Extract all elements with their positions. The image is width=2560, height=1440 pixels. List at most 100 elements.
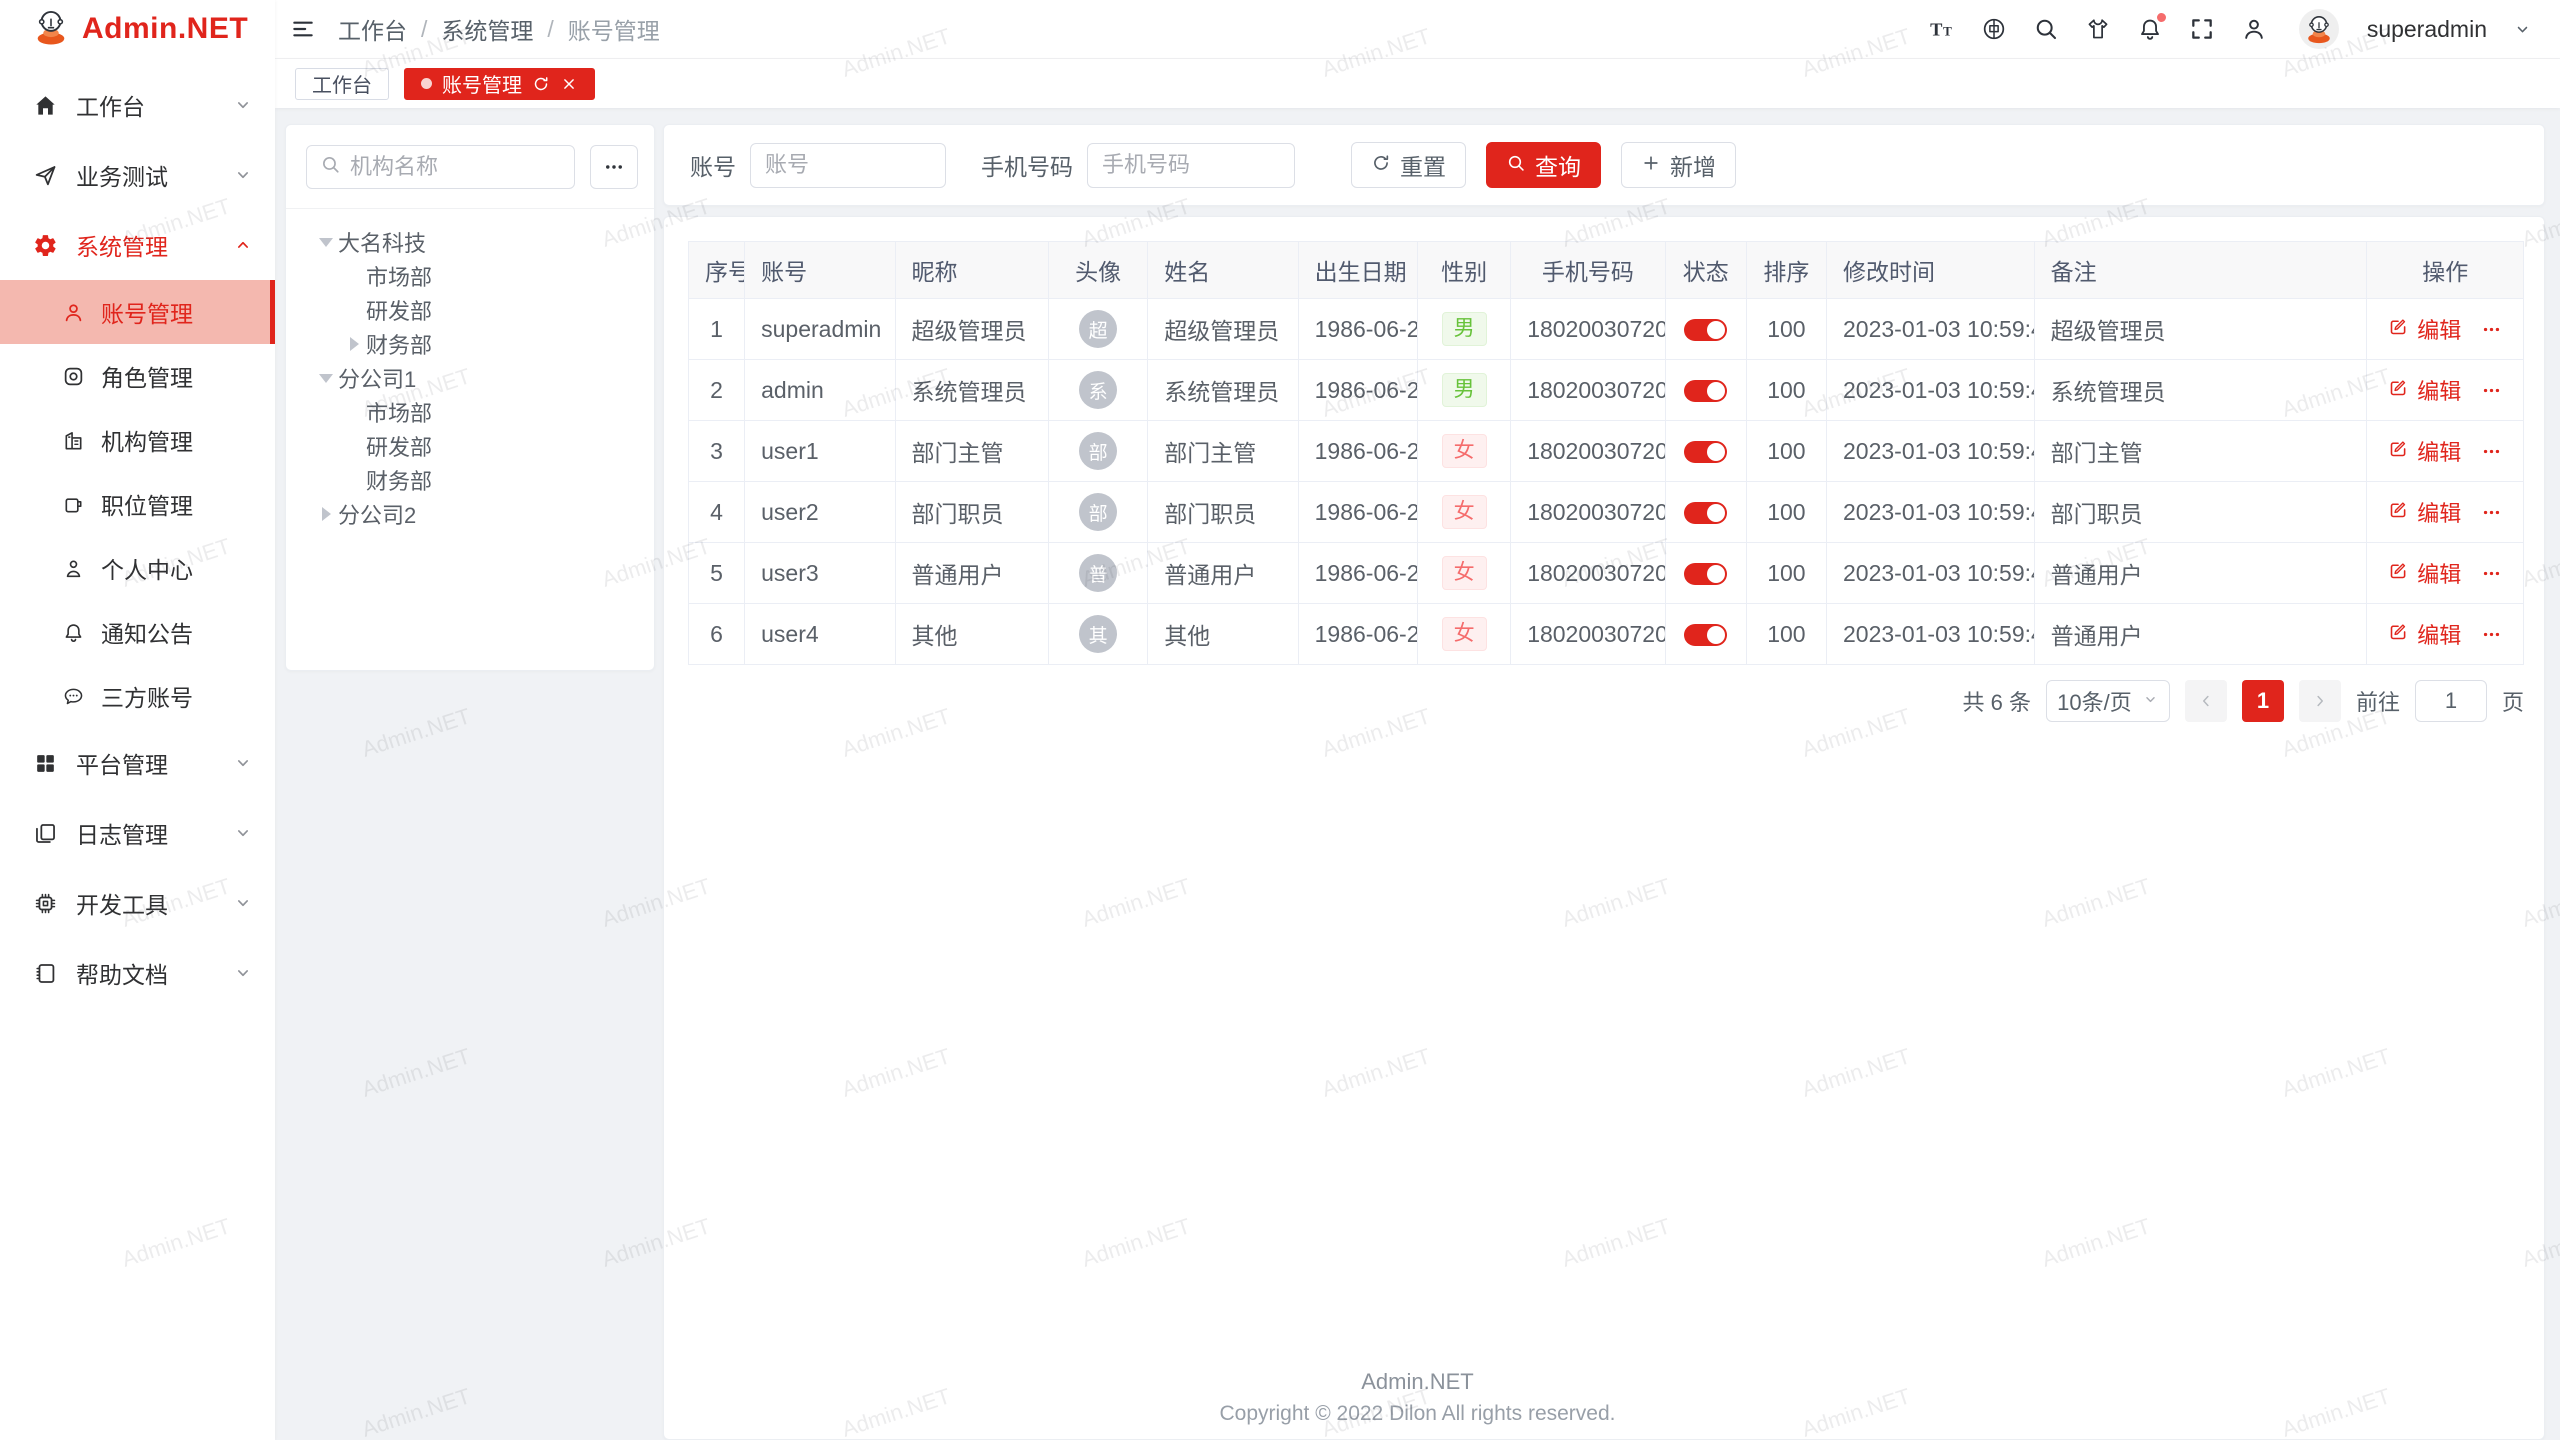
goto-page-input[interactable] [2415, 680, 2487, 722]
edit-icon[interactable] [2388, 621, 2409, 648]
search-icon[interactable] [2033, 16, 2059, 42]
status-toggle[interactable] [1684, 502, 1727, 524]
caret-expanded-icon[interactable] [314, 374, 338, 383]
tree-node[interactable]: 财务部 [286, 327, 654, 361]
sidebar-item[interactable]: 日志管理 [0, 798, 275, 868]
sidebar-item-label: 平台管理 [76, 746, 168, 780]
tree-node[interactable]: 分公司1 [286, 361, 654, 395]
tree-node[interactable]: 研发部 [286, 293, 654, 327]
column-header: 修改时间 [1827, 242, 2035, 299]
edit-button[interactable]: 编辑 [2417, 435, 2461, 467]
edit-icon[interactable] [2388, 499, 2409, 526]
edit-icon[interactable] [2388, 377, 2409, 404]
query-button[interactable]: 查询 [1486, 142, 1601, 188]
close-icon[interactable] [560, 75, 578, 93]
more-actions-icon[interactable] [2481, 380, 2502, 401]
tree-node[interactable]: 研发部 [286, 429, 654, 463]
edit-button[interactable]: 编辑 [2417, 313, 2461, 345]
prev-page-button[interactable] [2185, 680, 2227, 722]
sidebar-subitem[interactable]: 账号管理 [0, 280, 275, 344]
language-icon[interactable] [1981, 16, 2007, 42]
tree-node[interactable]: 分公司2 [286, 497, 654, 531]
sidebar-subitem[interactable]: 通知公告 [0, 600, 275, 664]
tab-active[interactable]: 账号管理 [404, 68, 595, 100]
theme-icon[interactable] [2085, 16, 2111, 42]
more-actions-icon[interactable] [2481, 563, 2502, 584]
org-search-input[interactable] [350, 154, 561, 180]
more-actions-icon[interactable] [2481, 624, 2502, 645]
table-cell [1665, 360, 1746, 421]
avatar: 系 [1079, 371, 1117, 409]
status-toggle[interactable] [1684, 319, 1727, 341]
edit-icon[interactable] [2388, 316, 2409, 343]
refresh-icon[interactable] [532, 75, 550, 93]
tree-node[interactable]: 市场部 [286, 395, 654, 429]
edit-button[interactable]: 编辑 [2417, 557, 2461, 589]
sidebar-subitem[interactable]: 个人中心 [0, 536, 275, 600]
table-cell: 其他 [1148, 604, 1298, 665]
breadcrumb-item[interactable]: 系统管理 [441, 12, 533, 46]
more-actions-icon[interactable] [2481, 502, 2502, 523]
logo: Admin.NET [0, 0, 275, 58]
tree-node[interactable]: 财务部 [286, 463, 654, 497]
row-actions: 编辑 [2388, 557, 2502, 589]
sex-badge: 女 [1442, 495, 1487, 529]
tree-node[interactable]: 大名科技 [286, 225, 654, 259]
sidebar-item[interactable]: 业务测试 [0, 140, 275, 210]
caret-collapsed-icon[interactable] [314, 507, 338, 521]
sidebar-item[interactable]: 系统管理 [0, 210, 275, 280]
chevron-down-icon[interactable] [2513, 20, 2532, 39]
sidebar-subitem-label: 个人中心 [101, 551, 193, 585]
sidebar-subitem[interactable]: 角色管理 [0, 344, 275, 408]
username[interactable]: superadmin [2367, 16, 2487, 43]
next-page-button[interactable] [2299, 680, 2341, 722]
table-cell: 2023-01-03 10:59:44 [1827, 604, 2035, 665]
sidebar-item[interactable]: 帮助文档 [0, 938, 275, 1008]
edit-button[interactable]: 编辑 [2417, 618, 2461, 650]
sidebar-subitem[interactable]: 职位管理 [0, 472, 275, 536]
status-toggle[interactable] [1684, 563, 1727, 585]
page-number[interactable]: 1 [2242, 680, 2284, 722]
table-cell: 女 [1417, 482, 1510, 543]
notification-bell-icon[interactable] [2137, 16, 2163, 42]
status-toggle[interactable] [1684, 380, 1727, 402]
edit-button[interactable]: 编辑 [2417, 374, 2461, 406]
breadcrumb-item[interactable]: 工作台 [338, 12, 407, 46]
sidebar-subitem[interactable]: 三方账号 [0, 664, 275, 728]
page-size-select[interactable]: 10条/页 [2046, 680, 2170, 722]
caret-expanded-icon[interactable] [314, 238, 338, 247]
table-cell: 编辑 [2367, 482, 2524, 543]
caret-collapsed-icon[interactable] [342, 337, 366, 351]
edit-icon[interactable] [2388, 560, 2409, 587]
org-more-button[interactable] [590, 145, 638, 189]
sidebar-item[interactable]: 工作台 [0, 70, 275, 140]
tab-item[interactable]: 工作台 [295, 68, 389, 100]
table-cell: 系统管理员 [2034, 360, 2367, 421]
avatar[interactable] [2299, 9, 2339, 49]
user-icon[interactable] [2241, 16, 2267, 42]
reset-button[interactable]: 重置 [1351, 142, 1466, 188]
sidebar-item[interactable]: 平台管理 [0, 728, 275, 798]
table-cell: user3 [745, 543, 895, 604]
status-toggle[interactable] [1684, 624, 1727, 646]
tree-node[interactable]: 市场部 [286, 259, 654, 293]
sidebar-item[interactable]: 开发工具 [0, 868, 275, 938]
add-button[interactable]: 新增 [1621, 142, 1736, 188]
status-toggle[interactable] [1684, 441, 1727, 463]
sidebar-subitem[interactable]: 机构管理 [0, 408, 275, 472]
table-cell: 女 [1417, 543, 1510, 604]
table-cell: 100 [1746, 543, 1826, 604]
sidebar-subitem-label: 角色管理 [101, 359, 193, 393]
more-actions-icon[interactable] [2481, 319, 2502, 340]
breadcrumb-separator: / [421, 16, 427, 43]
tree-node-label: 市场部 [366, 396, 432, 428]
edit-button[interactable]: 编辑 [2417, 496, 2461, 528]
phone-input[interactable] [1087, 143, 1295, 188]
collapse-menu-icon[interactable] [290, 16, 316, 42]
more-actions-icon[interactable] [2481, 441, 2502, 462]
edit-icon[interactable] [2388, 438, 2409, 465]
font-size-icon[interactable]: TT [1929, 16, 1955, 42]
cpu-icon [33, 891, 58, 916]
account-input[interactable] [750, 143, 946, 188]
fullscreen-icon[interactable] [2189, 16, 2215, 42]
